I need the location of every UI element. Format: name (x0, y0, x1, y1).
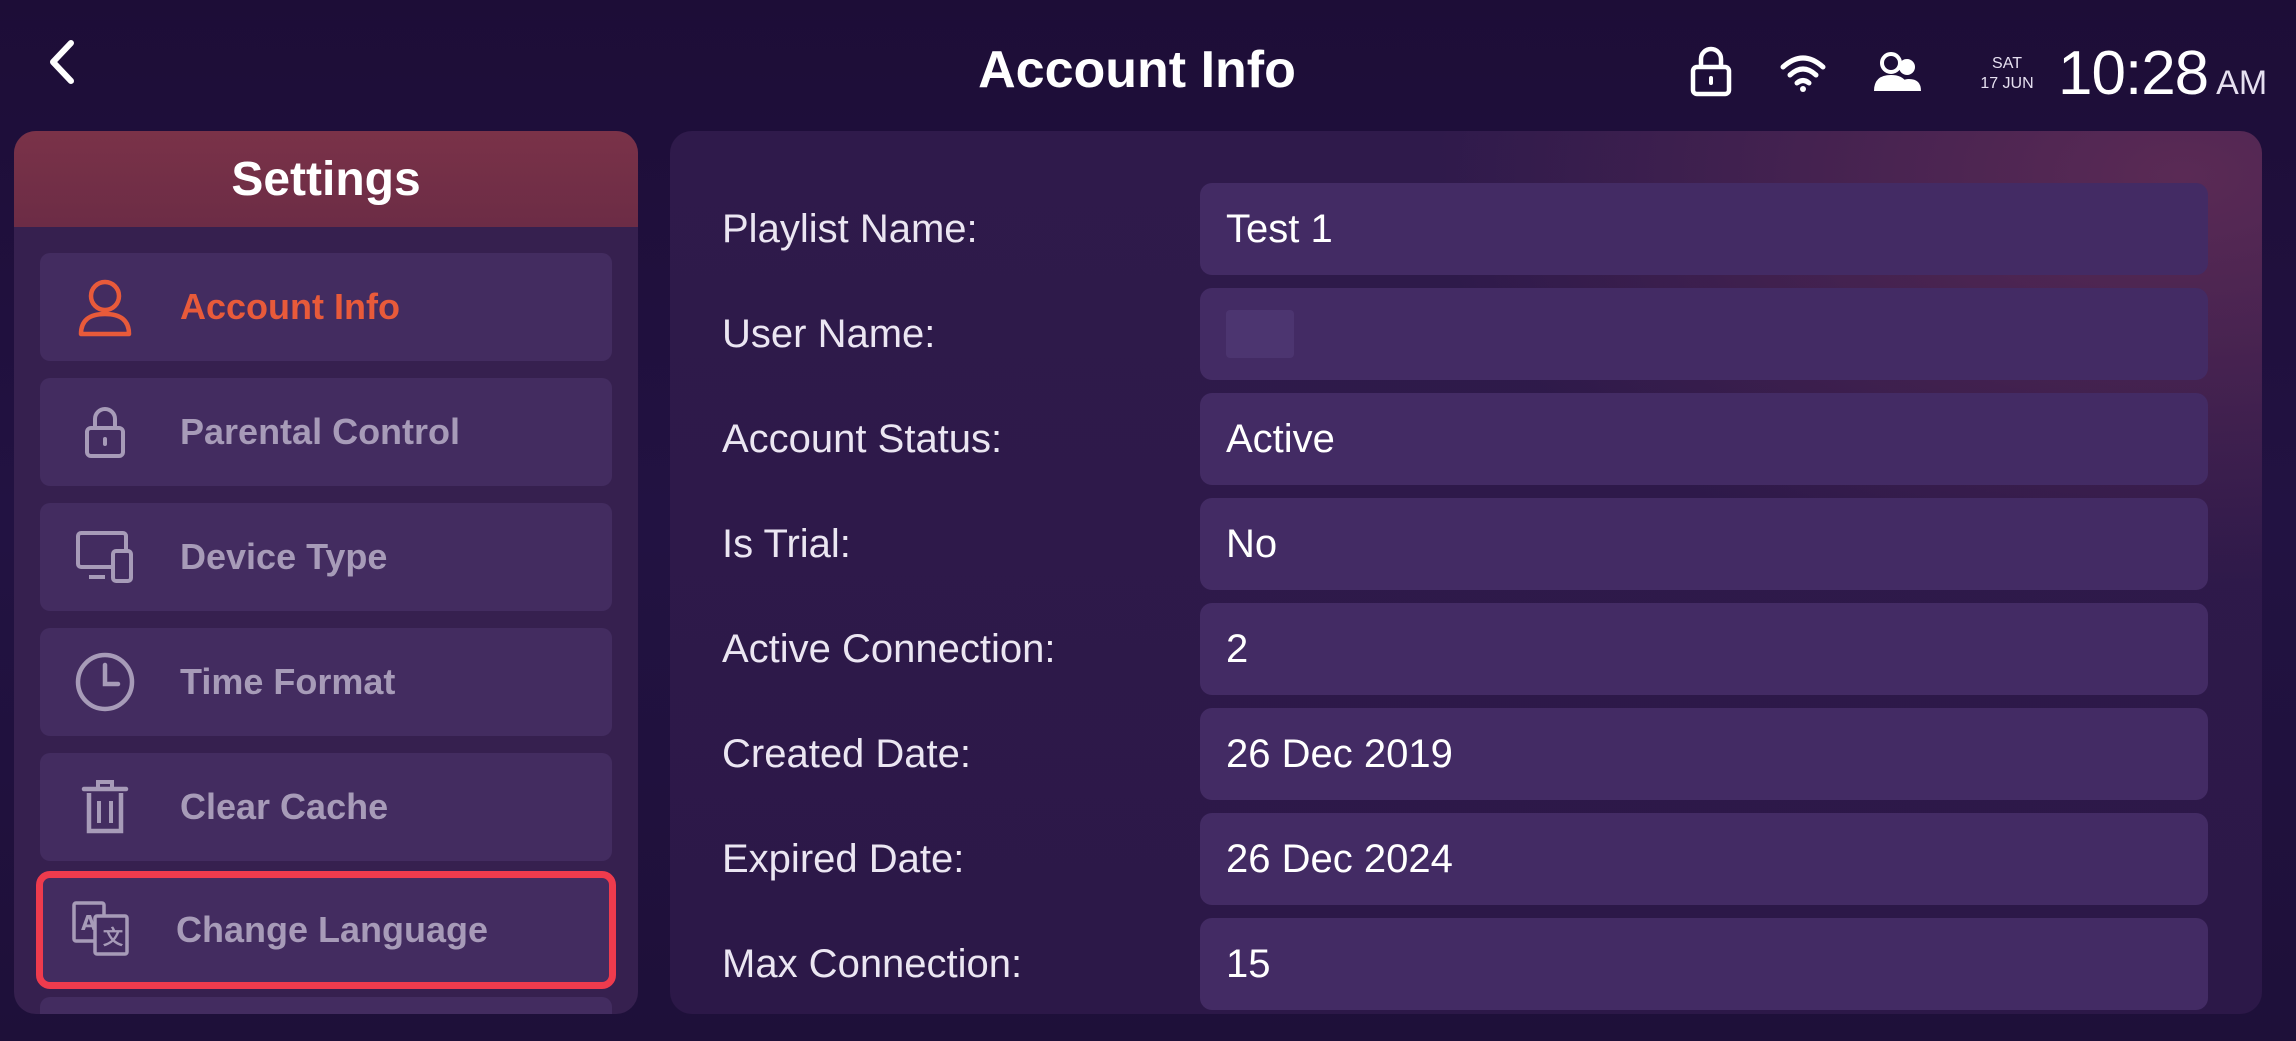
sidebar-item-clear-cache[interactable]: Clear Cache (40, 753, 612, 861)
clock-time: 10:28 (2058, 39, 2209, 108)
info-row-user-name: User Name: (670, 288, 2262, 380)
info-label: Account Status: (722, 416, 1003, 461)
date-day: SAT (1992, 55, 2022, 72)
info-row-playlist-name: Playlist Name: Test 1 (670, 183, 2262, 275)
info-value: 26 Dec 2024 (1200, 813, 2208, 905)
info-value: 2 (1200, 603, 2208, 695)
devices-icon (70, 522, 140, 592)
sidebar-item-next-peek (40, 997, 612, 1014)
lock-icon (70, 397, 140, 467)
settings-sidebar: Settings Account Info Parental Control D… (14, 131, 638, 1014)
sidebar-item-device-type[interactable]: Device Type (40, 503, 612, 611)
info-row-account-status: Account Status: Active (670, 393, 2262, 485)
info-value-redacted (1200, 288, 2208, 380)
translate-icon: A 文 (66, 895, 136, 965)
info-label: Is Trial: (722, 521, 851, 566)
clock-ampm: AM (2216, 64, 2268, 102)
screen: Account Info SAT 17 JUN 10:28 AM Setting… (0, 0, 2296, 1041)
user-icon (70, 272, 140, 342)
info-row-expired-date: Expired Date: 26 Dec 2024 (670, 813, 2262, 905)
date-display: SAT 17 JUN (1978, 54, 2036, 98)
info-row-is-trial: Is Trial: No (670, 498, 2262, 590)
sidebar-item-change-language[interactable]: A 文 Change Language (36, 871, 616, 989)
info-value: 26 Dec 2019 (1200, 708, 2208, 800)
clock: 10:28 AM (2058, 38, 2280, 110)
info-row-active-connection: Active Connection: 2 (670, 603, 2262, 695)
info-value: No (1200, 498, 2208, 590)
sidebar-title: Settings (14, 131, 638, 227)
lock-icon (1690, 46, 1732, 97)
users-status[interactable] (1866, 44, 1926, 100)
date-number: 17 JUN (1980, 75, 2034, 92)
wifi-icon (1780, 55, 1826, 92)
info-label: Created Date: (722, 731, 972, 776)
wifi-status (1776, 48, 1830, 98)
info-label: Active Connection: (722, 626, 1056, 671)
lock-status[interactable] (1684, 42, 1738, 100)
info-value: 15 (1200, 918, 2208, 1010)
sidebar-item-label: Device Type (180, 536, 388, 577)
redacted-value (1226, 310, 1294, 358)
info-value: Test 1 (1200, 183, 2208, 275)
info-label: Playlist Name: (722, 206, 978, 251)
page-title: Account Info (978, 41, 1296, 99)
sidebar-item-label: Time Format (180, 661, 396, 702)
info-label: Max Connection: (722, 941, 1023, 986)
svg-text:文: 文 (103, 925, 124, 949)
clock-icon (70, 647, 140, 717)
sidebar-item-parental-control[interactable]: Parental Control (40, 378, 612, 486)
info-label: User Name: (722, 311, 936, 356)
users-icon (1874, 52, 1921, 91)
sidebar-item-label: Account Info (180, 286, 400, 327)
sidebar-item-label: Change Language (176, 909, 489, 950)
info-value: Active (1200, 393, 2208, 485)
sidebar-item-time-format[interactable]: Time Format (40, 628, 612, 736)
info-row-max-connection: Max Connection: 15 (670, 918, 2262, 1010)
trash-icon (70, 772, 140, 842)
account-info-panel: Playlist Name: Test 1 User Name: Account… (670, 131, 2262, 1014)
info-row-created-date: Created Date: 26 Dec 2019 (670, 708, 2262, 800)
sidebar-item-account-info[interactable]: Account Info (40, 253, 612, 361)
sidebar-item-label: Clear Cache (180, 786, 389, 827)
sidebar-item-label: Parental Control (180, 411, 461, 452)
info-label: Expired Date: (722, 836, 965, 881)
